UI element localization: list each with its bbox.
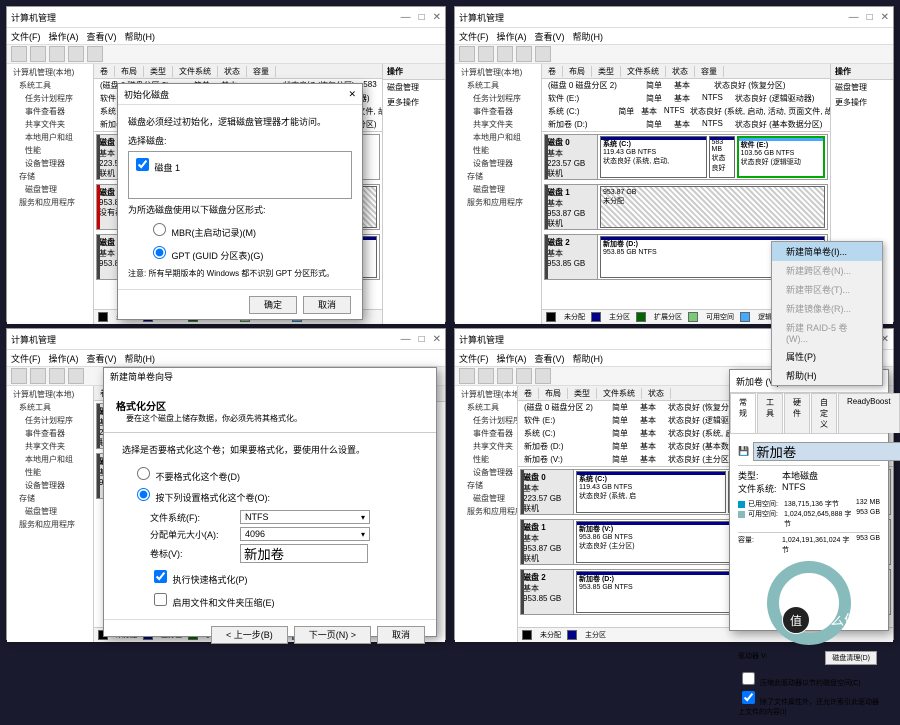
tab-general[interactable]: 常规 [730, 393, 756, 433]
radio-gpt[interactable]: GPT (GUID 分区表)(G) [148, 251, 263, 261]
select-au[interactable]: 4096 [240, 527, 370, 541]
tab-custom[interactable]: 自定义 [811, 393, 837, 433]
input-vol-label[interactable] [753, 442, 900, 461]
watermark: 值什么值得买 [782, 606, 886, 634]
menubar: 文件(F) 操作(A) 查看(V) 帮助(H) [7, 28, 445, 45]
disk-select-list[interactable]: 磁盘 1 [128, 151, 352, 199]
tool-btn[interactable] [11, 46, 27, 62]
min-button[interactable]: — [401, 12, 411, 23]
titlebar: 计算机管理— □ ✕ [7, 7, 445, 28]
actions-pane: 操作磁盘管理更多操作 [382, 64, 445, 324]
check-compress[interactable]: 启用文件和文件夹压缩(E) [150, 598, 275, 608]
menu-file[interactable]: 文件(F) [11, 30, 41, 43]
check-compress-drive[interactable]: 压缩此驱动器以节约磁盘空间(C) [738, 680, 861, 687]
radio-format[interactable]: 按下列设置格式化这个卷(O): [132, 493, 270, 503]
input-label[interactable] [240, 544, 368, 563]
window-disk-mgmt-2: 计算机管理—□✕ 文件(F)操作(A)查看(V)帮助(H) 计算机管理(本地)系… [454, 6, 894, 322]
ctx-new-simple[interactable]: 新建简单卷(I)... [772, 242, 882, 261]
close-button[interactable]: ✕ [433, 12, 441, 23]
max-button[interactable]: □ [419, 12, 425, 23]
window-disk-mgmt-3: 计算机管理—□✕ 文件(F)操作(A)查看(V)帮助(H) 计算机管理(本地)系… [6, 328, 446, 640]
dialog-init-disk: 初始化磁盘✕ 磁盘必须经过初始化，逻辑磁盘管理器才能访问。 选择磁盘: 磁盘 1… [117, 83, 363, 320]
disk-cleanup-button[interactable]: 磁盘清理(D) [825, 651, 877, 665]
menu-action[interactable]: 操作(A) [49, 30, 79, 43]
tree-share[interactable]: 共享文件夹 [9, 118, 91, 131]
column-headers: 卷布局类型文件系统状态容量 [94, 64, 382, 79]
prop-tabs: 常规 工具 硬件 自定义 ReadyBoost [730, 393, 888, 434]
tree-event[interactable]: 事件查看器 [9, 105, 91, 118]
ctx-new-raid: 新建 RAID-5 卷(W)... [772, 318, 882, 347]
tree-perf[interactable]: 性能 [9, 144, 91, 157]
cancel-button[interactable]: 取消 [377, 626, 425, 644]
tree-task[interactable]: 任务计划程序 [9, 92, 91, 105]
drive-icon: 💾 [738, 446, 749, 457]
disk-1: 磁盘 1基本953.87 GB联机953.87 GB未分配 [544, 184, 828, 230]
radio-mbr[interactable]: MBR(主启动记录)(M) [148, 228, 256, 238]
ok-button[interactable]: 确定 [249, 296, 297, 314]
ctx-new-stripe: 新建带区卷(T)... [772, 280, 882, 299]
tab-readyboost[interactable]: ReadyBoost [838, 393, 900, 433]
menu-view[interactable]: 查看(V) [87, 30, 117, 43]
context-menu: 新建简单卷(I)... 新建跨区卷(N)... 新建带区卷(T)... 新建镜像… [771, 241, 883, 386]
disk-0: 磁盘 0基本223.57 GB联机 系统 (C:)119.43 GB NTFS状… [544, 134, 828, 180]
window-disk-mgmt-1: 计算机管理— □ ✕ 文件(F) 操作(A) 查看(V) 帮助(H) 计算机管理(本地) … [6, 6, 446, 322]
dialog-new-volume-wizard: 新建简单卷向导 格式化分区要在这个磁盘上储存数据，你必须先将其格式化。 选择是否… [103, 367, 437, 637]
tool-btn[interactable] [68, 46, 84, 62]
next-button[interactable]: 下一页(N) > [294, 626, 371, 644]
nav-tree: 计算机管理(本地) 系统工具 任务计划程序 事件查看器 共享文件夹 本地用户和组… [7, 64, 94, 324]
dialog-properties: 新加卷 (V:) 属性✕ 常规 工具 硬件 自定义 ReadyBoost 💾 类… [729, 369, 889, 631]
select-fs[interactable]: NTFS [240, 510, 370, 524]
tool-btn[interactable] [49, 46, 65, 62]
unallocated-space[interactable]: 953.87 GB未分配 [600, 186, 825, 228]
tab-tools[interactable]: 工具 [757, 393, 783, 433]
watermark-icon: 值 [782, 606, 810, 634]
tool-btn[interactable] [87, 46, 103, 62]
cancel-button[interactable]: 取消 [303, 296, 351, 314]
check-disk1[interactable] [136, 158, 149, 171]
menu-help[interactable]: 帮助(H) [125, 30, 156, 43]
ctx-help[interactable]: 帮助(H) [772, 366, 882, 385]
check-index[interactable]: 除了文件属性外，还允许索引此驱动器上文件的内容(I) [738, 699, 879, 716]
ctx-properties[interactable]: 属性(P) [772, 347, 882, 366]
dialog-title: 初始化磁盘 [124, 88, 169, 101]
toolbar [7, 45, 445, 64]
tab-hardware[interactable]: 硬件 [784, 393, 810, 433]
check-quick-format[interactable]: 执行快速格式化(P) [150, 575, 248, 585]
tree-svc[interactable]: 服务和应用程序 [9, 196, 91, 209]
tool-btn[interactable] [30, 46, 46, 62]
back-button[interactable]: < 上一步(B) [211, 626, 288, 644]
ctx-new-span: 新建跨区卷(N)... [772, 261, 882, 280]
tree-users[interactable]: 本地用户和组 [9, 131, 91, 144]
tree-sys[interactable]: 系统工具 [9, 79, 91, 92]
title: 计算机管理 [11, 11, 401, 24]
tree-root[interactable]: 计算机管理(本地) [9, 66, 91, 79]
ctx-new-mirror: 新建镜像卷(R)... [772, 299, 882, 318]
tree-dev[interactable]: 设备管理器 [9, 157, 91, 170]
tree-disk[interactable]: 磁盘管理 [9, 183, 91, 196]
close-icon[interactable]: ✕ [348, 89, 356, 100]
tree-storage[interactable]: 存储 [9, 170, 91, 183]
radio-no-format[interactable]: 不要格式化这个卷(D) [132, 472, 240, 482]
